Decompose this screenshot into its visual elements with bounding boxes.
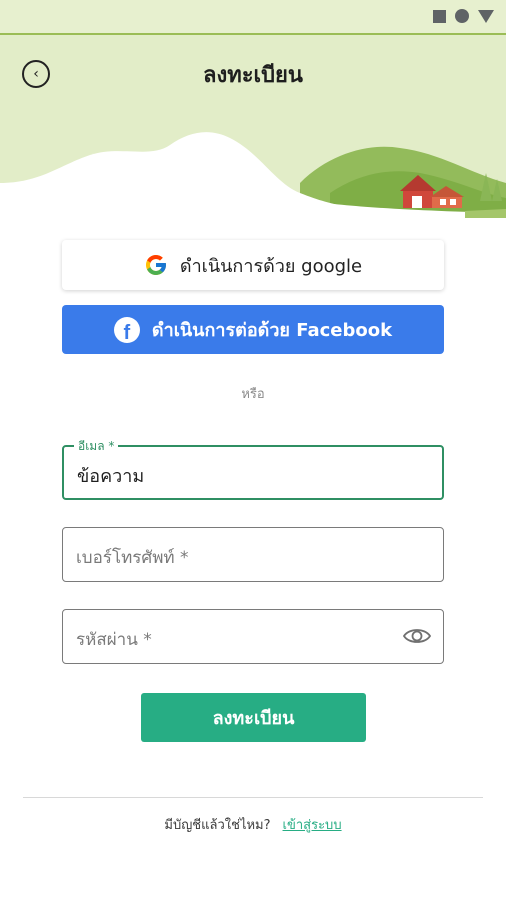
register-button-label: ลงทะเบียน bbox=[212, 708, 295, 729]
password-field-placeholder: รหัสผ่าน * bbox=[76, 630, 152, 650]
eye-icon[interactable] bbox=[403, 626, 431, 646]
facebook-button-label: ดำเนินการต่อด้วย Facebook bbox=[151, 320, 393, 341]
square-icon bbox=[433, 9, 446, 23]
footer: มีบัญชีแล้วใช่ไหม? เข้าสู่ระบบ bbox=[0, 814, 506, 835]
email-field[interactable]: อีเมล * ข้อความ bbox=[62, 437, 444, 500]
phone-field[interactable]: เบอร์โทรศัพท์ * bbox=[62, 527, 444, 582]
login-link[interactable]: เข้าสู่ระบบ bbox=[283, 814, 342, 835]
status-icons bbox=[433, 9, 494, 23]
phone-field-placeholder: เบอร์โทรศัพท์ * bbox=[76, 548, 189, 568]
google-icon bbox=[145, 255, 166, 275]
email-field-value: ข้อความ bbox=[77, 466, 145, 487]
header: ‹ ลงทะเบียน bbox=[0, 33, 506, 218]
or-divider-text: หรือ bbox=[241, 387, 265, 402]
status-bar bbox=[0, 0, 506, 33]
page-title: ลงทะเบียน bbox=[203, 63, 303, 88]
circle-icon bbox=[455, 9, 469, 23]
have-account-question: มีบัญชีแล้วใช่ไหม? bbox=[164, 818, 271, 833]
email-field-label: อีเมล * bbox=[74, 437, 119, 456]
google-button-label: ดำเนินการด้วย google bbox=[179, 255, 363, 277]
triangle-icon bbox=[478, 9, 494, 23]
facebook-signin-button[interactable]: f ดำเนินการต่อด้วย Facebook bbox=[62, 305, 444, 354]
password-field[interactable]: รหัสผ่าน * bbox=[62, 609, 444, 664]
google-signin-button[interactable]: ดำเนินการด้วย google bbox=[62, 240, 444, 290]
facebook-icon: f bbox=[113, 316, 140, 343]
register-button[interactable]: ลงทะเบียน bbox=[141, 693, 366, 742]
footer-divider bbox=[23, 797, 483, 798]
